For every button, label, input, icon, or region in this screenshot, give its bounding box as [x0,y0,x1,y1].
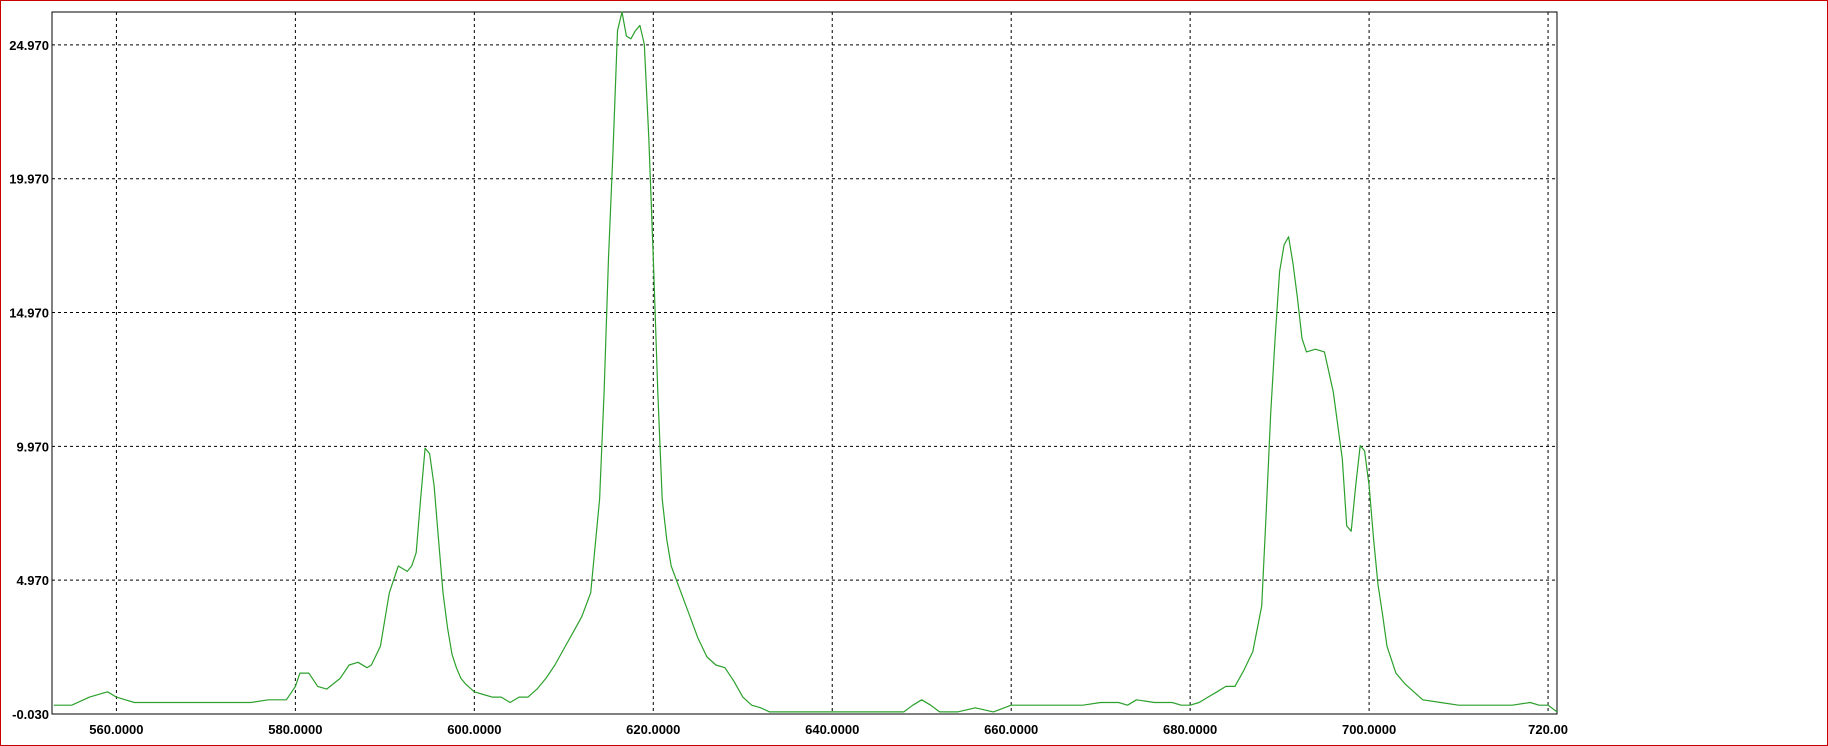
x-gridlines [115,12,1549,714]
x-tick-label: 640.0000 [805,722,859,737]
x-tick-label: 680.0000 [1163,722,1217,737]
line-chart: 560.0000 580.0000 600.0000 620.0000 640.0000… [9,11,1568,737]
y-gridlines [52,44,1557,715]
y-tick-label: 19.970 [9,172,49,187]
x-tick-label: 600.0000 [447,722,501,737]
x-axis-tick-labels: 560.0000 580.0000 600.0000 620.0000 640.0000… [89,722,1568,737]
plot-area [51,11,1558,715]
x-tick-label: 560.0000 [89,722,143,737]
series-line [53,11,1558,713]
y-tick-label: 14.970 [9,306,49,321]
y-tick-label: -0.030 [12,707,49,722]
x-tick-label: 720.00 [1528,722,1568,737]
x-tick-label: 580.0000 [268,722,322,737]
y-axis-tick-labels: -0.030 4.970 9.970 14.970 19.970 24.970 [9,38,49,722]
y-tick-label: 24.970 [9,38,49,53]
x-tick-label: 700.0000 [1342,722,1396,737]
x-tick-label: 660.0000 [984,722,1038,737]
y-tick-label: 9.970 [16,439,49,454]
y-tick-label: 4.970 [16,573,49,588]
x-tick-label: 620.0000 [626,722,680,737]
series-layer [53,11,1558,713]
